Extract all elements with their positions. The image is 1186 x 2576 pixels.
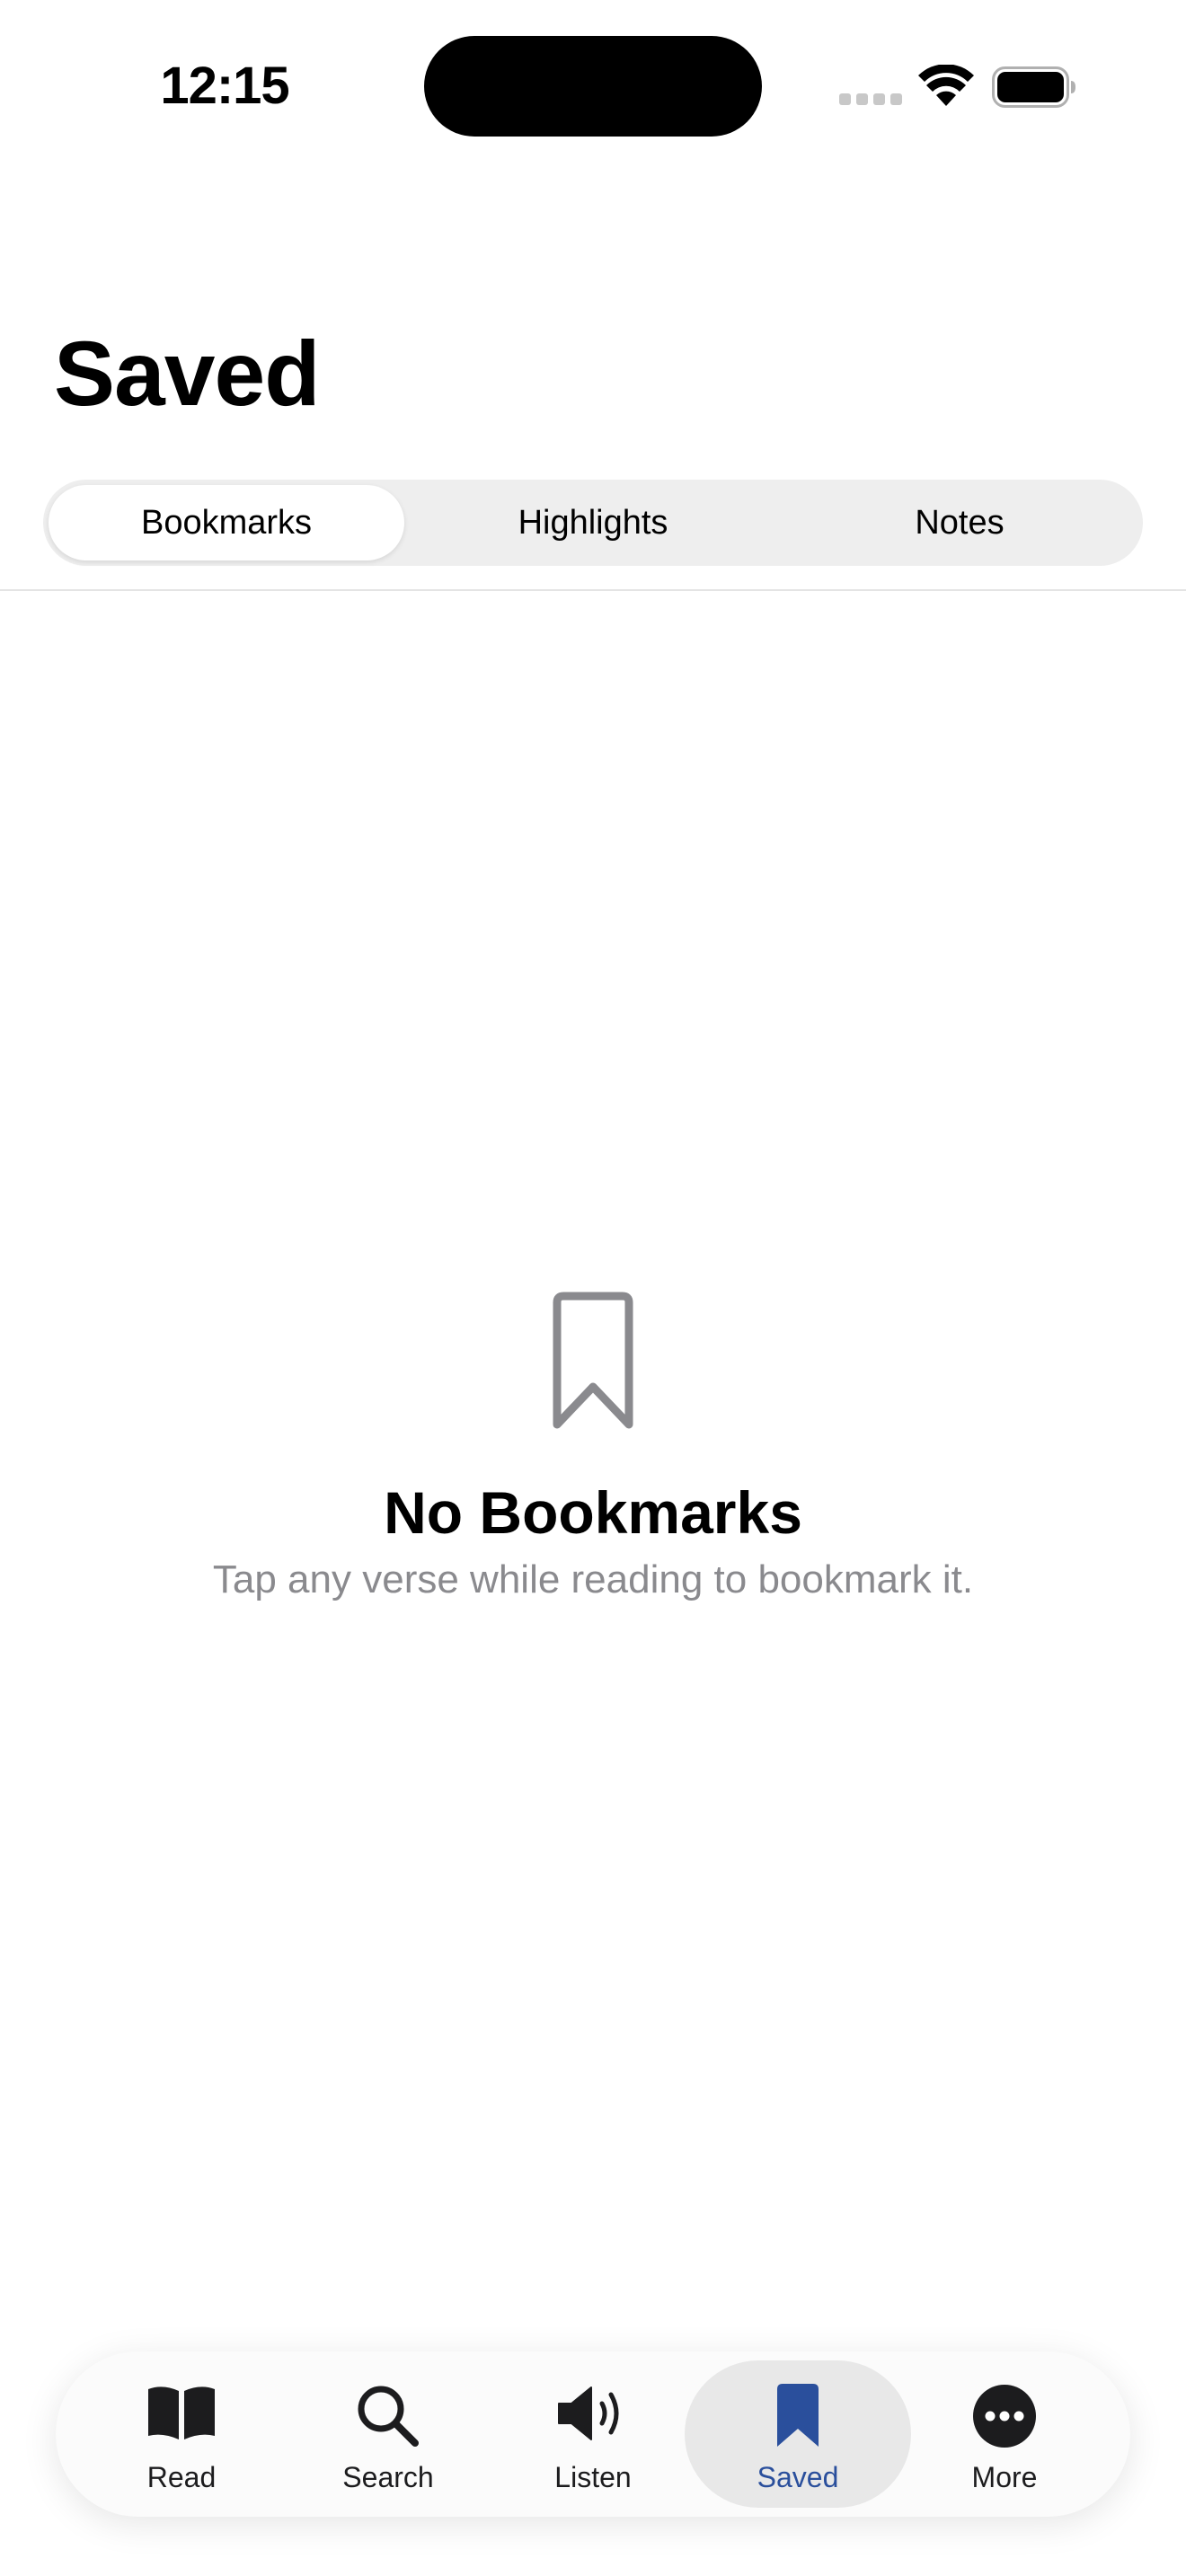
empty-state-subtitle: Tap any verse while reading to bookmark … [212, 1557, 974, 1601]
bookmark-outline-icon [553, 1292, 633, 1429]
tab-listen-label: Listen [554, 2461, 632, 2493]
wifi-icon [918, 65, 974, 106]
cellular-signal-icon [839, 93, 902, 106]
tab-bar: Read Search Listen Saved More [56, 2351, 1130, 2517]
tab-read[interactable]: Read [81, 2360, 282, 2508]
page-title: Saved [54, 322, 321, 425]
tab-saved[interactable]: Saved [685, 2360, 911, 2508]
empty-state-title: No Bookmarks [384, 1479, 802, 1546]
tab-more-label: More [971, 2461, 1038, 2493]
header-divider [0, 589, 1186, 591]
ellipsis-circle-icon [973, 2385, 1036, 2448]
tab-read-label: Read [146, 2461, 217, 2493]
bookmark-icon [777, 2384, 819, 2447]
status-time: 12:15 [160, 57, 289, 115]
tab-search-label: Search [342, 2461, 434, 2493]
tab-saved-label: Saved [757, 2461, 839, 2493]
speaker-icon [558, 2386, 619, 2440]
segment-notes[interactable]: Notes [782, 485, 1137, 560]
tab-more[interactable]: More [904, 2360, 1105, 2508]
segment-bookmarks[interactable]: Bookmarks [49, 485, 404, 560]
dynamic-island [424, 36, 762, 137]
status-bar: 12:15 [0, 0, 1186, 180]
magnifier-icon [358, 2386, 419, 2447]
open-book-icon [148, 2386, 215, 2439]
tab-search[interactable]: Search [288, 2360, 489, 2508]
segmented-control: Bookmarks Highlights Notes [43, 480, 1143, 566]
battery-icon [992, 66, 1075, 108]
segment-highlights[interactable]: Highlights [415, 485, 771, 560]
tab-listen[interactable]: Listen [492, 2360, 694, 2508]
